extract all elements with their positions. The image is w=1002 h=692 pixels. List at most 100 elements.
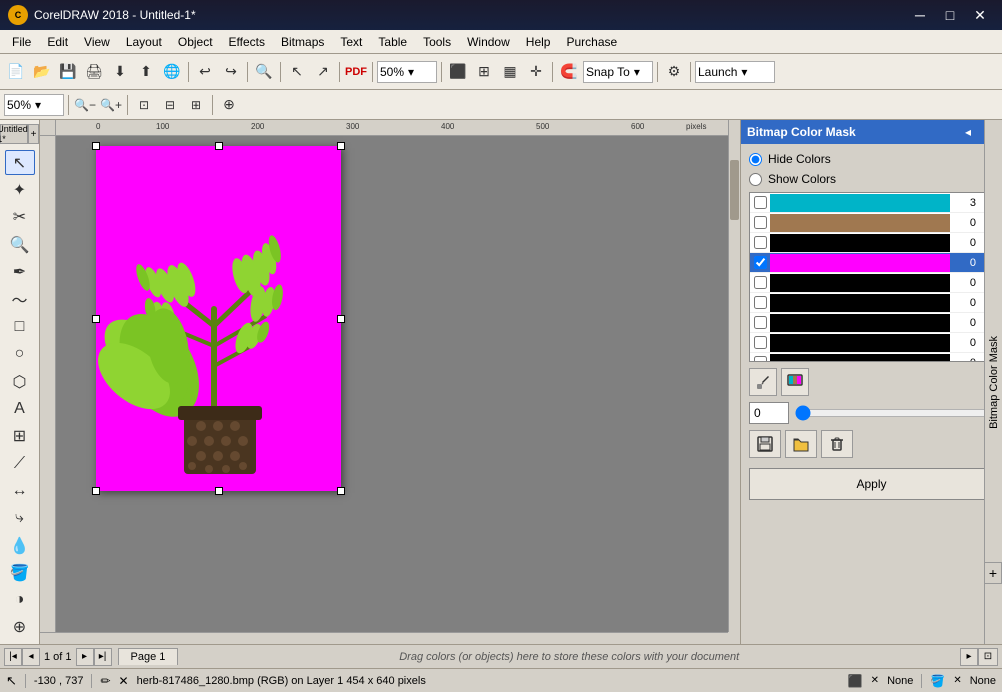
color-checkbox-2[interactable] — [754, 216, 767, 229]
crop-tool[interactable]: ✂ — [5, 205, 35, 230]
launch-dropdown[interactable]: Launch▾ — [695, 61, 775, 83]
handle-tl[interactable] — [92, 142, 100, 150]
save-mask-btn[interactable] — [749, 430, 781, 458]
scrollbar-horizontal[interactable] — [40, 632, 728, 644]
color-checkbox-4[interactable] — [754, 256, 767, 269]
handle-bl[interactable] — [92, 487, 100, 495]
color-check-7[interactable] — [750, 316, 770, 329]
page-tab-1[interactable]: Page 1 — [118, 648, 179, 665]
color-row-1[interactable]: 3 — [750, 193, 993, 213]
add-tab-btn[interactable]: + — [28, 124, 39, 144]
color-checkbox-7[interactable] — [754, 316, 767, 329]
ellipse-tool[interactable]: ○ — [5, 342, 35, 367]
page-prev-btn[interactable]: ◂ — [22, 648, 40, 666]
undo-icon[interactable]: ↩ — [193, 60, 217, 84]
cursor2-icon[interactable]: ↗ — [311, 60, 335, 84]
open-icon[interactable]: 📂 — [30, 60, 54, 84]
publish-icon[interactable]: 🌐 — [160, 60, 184, 84]
settings-icon[interactable]: ⚙ — [662, 60, 686, 84]
menu-bitmaps[interactable]: Bitmaps — [273, 30, 332, 53]
color-check-3[interactable] — [750, 236, 770, 249]
snap-icon[interactable]: 🧲 — [557, 60, 581, 84]
print-icon[interactable]: 🖨 — [82, 60, 106, 84]
color-check-5[interactable] — [750, 276, 770, 289]
menu-layout[interactable]: Layout — [118, 30, 170, 53]
color-check-4[interactable] — [750, 256, 770, 269]
polygon-tool[interactable]: ⬡ — [5, 369, 35, 394]
menu-effects[interactable]: Effects — [221, 30, 273, 53]
guide-icon[interactable]: ✛ — [524, 60, 548, 84]
panel-add-btn[interactable]: + — [984, 562, 1002, 584]
grid-icon[interactable]: ⊞ — [472, 60, 496, 84]
handle-tr[interactable] — [337, 142, 345, 150]
snap-dropdown[interactable]: Snap To▾ — [583, 61, 653, 83]
menu-help[interactable]: Help — [518, 30, 559, 53]
tolerance-slider[interactable] — [795, 405, 994, 421]
handle-mr[interactable] — [337, 315, 345, 323]
zoom-dropdown-main[interactable]: 50%▾ — [377, 61, 437, 83]
connector-tool[interactable]: ⤷ — [5, 506, 35, 531]
color-check-8[interactable] — [750, 336, 770, 349]
frame-icon[interactable]: ⬛ — [446, 60, 470, 84]
menu-window[interactable]: Window — [459, 30, 518, 53]
remove-mask-btn[interactable] — [821, 430, 853, 458]
color-check-6[interactable] — [750, 296, 770, 309]
handle-bc[interactable] — [215, 487, 223, 495]
hide-colors-radio[interactable] — [749, 153, 762, 166]
pdf-icon[interactable]: PDF — [344, 60, 368, 84]
parallel-tool[interactable]: ⟋ — [5, 451, 35, 476]
smart-draw-tool[interactable]: 〜 — [5, 286, 35, 312]
menu-file[interactable]: File — [4, 30, 39, 53]
save-icon[interactable]: 💾 — [56, 60, 80, 84]
add-page-icon[interactable]: ⊕ — [217, 93, 241, 117]
menu-text[interactable]: Text — [332, 30, 370, 53]
zoom-to-fit-btn[interactable]: ⊡ — [978, 648, 998, 666]
load-mask-btn[interactable] — [785, 430, 817, 458]
apply-button[interactable]: Apply — [749, 468, 994, 500]
color-checkbox-3[interactable] — [754, 236, 767, 249]
color-checkbox-6[interactable] — [754, 296, 767, 309]
color-checkbox-8[interactable] — [754, 336, 767, 349]
shadow-tool[interactable]: ◑ — [5, 587, 35, 612]
color-check-2[interactable] — [750, 216, 770, 229]
grid2-icon[interactable]: ▦ — [498, 60, 522, 84]
select-tool[interactable]: ↖ — [5, 150, 35, 175]
table-tool[interactable]: ⊞ — [5, 424, 35, 449]
color-picker-btn[interactable] — [781, 368, 809, 396]
zoom-out-icon[interactable]: 🔍− — [73, 93, 97, 117]
color-check-1[interactable] — [750, 196, 770, 209]
new-icon[interactable]: 📄 — [4, 60, 28, 84]
color-check-9[interactable] — [750, 356, 770, 362]
menu-object[interactable]: Object — [170, 30, 221, 53]
page-last-btn[interactable]: ▸| — [94, 648, 112, 666]
color-checkbox-1[interactable] — [754, 196, 767, 209]
close-button[interactable]: ✕ — [966, 4, 994, 26]
redo-icon[interactable]: ↪ — [219, 60, 243, 84]
panel-expand-btn[interactable]: ◂ — [960, 124, 976, 140]
menu-purchase[interactable]: Purchase — [558, 30, 625, 53]
page-next-btn[interactable]: ▸ — [76, 648, 94, 666]
eyedropper-tool-btn[interactable] — [749, 368, 777, 396]
cursor-icon[interactable]: ↖ — [285, 60, 309, 84]
zoom-tool[interactable]: 🔍 — [5, 232, 35, 257]
zoom-page-icon[interactable]: ⊟ — [158, 93, 182, 117]
fill-tool[interactable]: 🪣 — [5, 560, 35, 585]
text-tool[interactable]: A — [5, 396, 35, 421]
dropper-tool[interactable]: 💧 — [5, 533, 35, 558]
minimize-button[interactable]: ─ — [906, 4, 934, 26]
color-row-9[interactable]: 0 — [750, 353, 993, 362]
handle-br[interactable] — [337, 487, 345, 495]
shape-tool[interactable]: ✦ — [5, 177, 35, 202]
color-checkbox-9[interactable] — [754, 356, 767, 362]
add-icon-btn[interactable]: ⊕ — [5, 615, 35, 640]
freehand-tool[interactable]: ✒ — [5, 259, 35, 284]
color-row-5[interactable]: 0 — [750, 273, 993, 293]
page-scroll-right-btn[interactable]: ▸ — [960, 648, 978, 666]
zoom-fit-icon[interactable]: ⊡ — [132, 93, 156, 117]
maximize-button[interactable]: □ — [936, 4, 964, 26]
color-row-4[interactable]: 0 — [750, 253, 993, 273]
menu-edit[interactable]: Edit — [39, 30, 76, 53]
zoom-dropdown-2[interactable]: 50%▾ — [4, 94, 64, 116]
color-row-2[interactable]: 0 — [750, 213, 993, 233]
doc-tab[interactable]: Untitled-1* — [0, 124, 28, 144]
